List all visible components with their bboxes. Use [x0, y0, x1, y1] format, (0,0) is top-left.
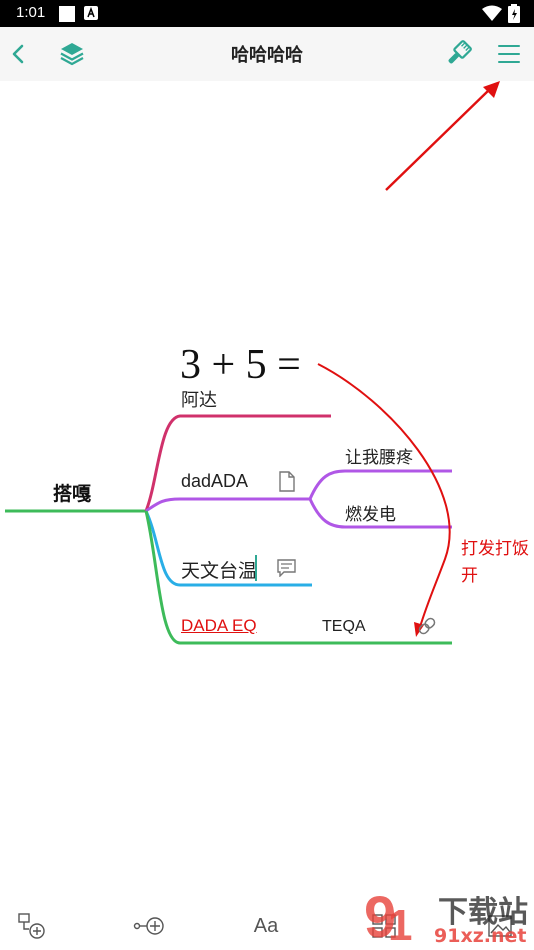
font-style-button[interactable]: Aa: [248, 910, 284, 942]
branch-node-2[interactable]: dadADA: [181, 471, 248, 492]
wifi-icon: [482, 5, 502, 21]
note-document-icon[interactable]: [278, 471, 296, 492]
branch-line-1: [144, 414, 331, 512]
comment-icon[interactable]: [277, 559, 296, 577]
status-bar: 1:01: [0, 0, 534, 27]
add-child-node-icon: [18, 913, 45, 939]
notification-square-icon: [59, 6, 75, 22]
branch-node-4-text[interactable]: TEQA: [322, 618, 366, 636]
branch-line-2: [145, 497, 310, 513]
paint-brush-icon: [448, 40, 472, 64]
svg-text:1: 1: [388, 901, 412, 950]
branch-node-3[interactable]: 天文台温: [181, 556, 257, 583]
add-sibling-button[interactable]: [132, 910, 168, 942]
branch-2-child-2[interactable]: 燃发电: [345, 500, 396, 525]
branch-node-1[interactable]: 阿达: [181, 386, 217, 412]
link-icon[interactable]: [417, 616, 437, 636]
annotation-text-line-2: 开: [461, 566, 478, 585]
status-time: 1:01: [16, 4, 46, 21]
mindmap-canvas[interactable]: 3 + 5 = 阿达 搭嘎 dadADA 让我腰疼 燃发电 天文台温 DADA …: [0, 81, 534, 881]
add-sibling-node-icon: [133, 917, 164, 935]
text-cursor: [255, 555, 257, 581]
style-brush-button[interactable]: [441, 37, 475, 71]
root-node[interactable]: 搭嘎: [53, 479, 91, 506]
tutorial-arrow-line: [385, 88, 491, 191]
watermark-site: 91xz.net: [434, 925, 527, 947]
formula-node[interactable]: 3 + 5 =: [180, 341, 301, 389]
hamburger-menu-icon: [498, 45, 520, 63]
top-toolbar: 哈哈哈哈: [0, 27, 534, 81]
annotation-curve: [317, 363, 451, 628]
branch-node-4-link[interactable]: DADA EQ: [181, 616, 257, 636]
menu-button[interactable]: [492, 37, 526, 71]
branch-line-2-child-1: [308, 469, 452, 500]
tutorial-arrow-head: [483, 81, 500, 98]
site-watermark: 9 1 下载站 91xz.net: [360, 885, 534, 950]
add-subtopic-button[interactable]: [14, 910, 50, 942]
app-notification-icon: [84, 6, 98, 20]
annotation-text-line-1: 打发打饭: [461, 539, 529, 558]
branch-2-child-1[interactable]: 让我腰疼: [345, 443, 413, 468]
battery-icon: [508, 4, 520, 23]
